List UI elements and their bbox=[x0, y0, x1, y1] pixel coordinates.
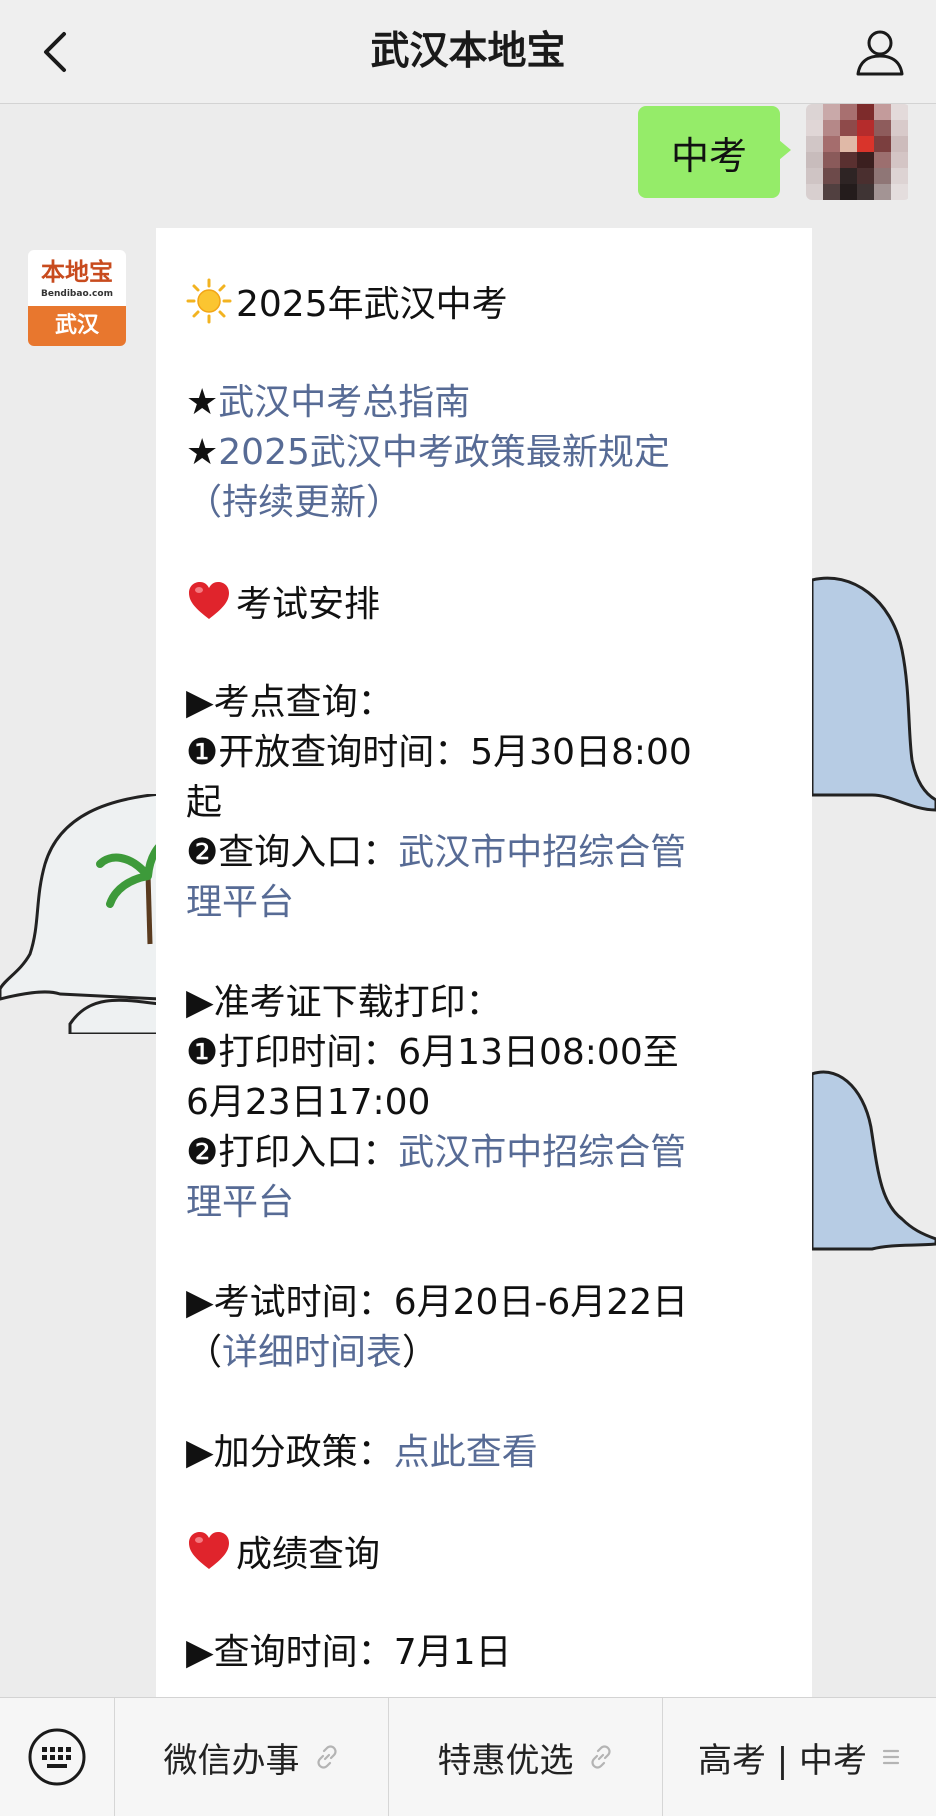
user-avatar[interactable] bbox=[806, 104, 910, 200]
message-title-line: 2025年武汉中考 bbox=[186, 278, 782, 328]
whale-doodle-right-bottom bbox=[812, 1070, 936, 1251]
keyboard-icon bbox=[28, 1728, 86, 1786]
exam-time-line: ▶考试时间：6月20日-6月22日 bbox=[186, 1278, 782, 1328]
kaodian-heading: ▶考点查询： bbox=[186, 682, 394, 723]
kaodian-entry-line: ❷查询入口：武汉市中招综合管 bbox=[186, 828, 782, 878]
menu-lines-icon bbox=[881, 1746, 901, 1768]
guide-link[interactable]: 武汉中考总指南 bbox=[218, 382, 470, 423]
admit-time-value: 6月13日08:00至 bbox=[398, 1032, 679, 1073]
menu-item-gaokao-zhongkao[interactable]: 高考 | 中考 bbox=[662, 1698, 936, 1816]
kaodian-time-label: ❶开放查询时间： bbox=[186, 732, 471, 773]
chat-area[interactable]: 中考 本地宝 Bendibao.com 武汉 2025年武汉中考 ★武汉中考总指… bbox=[0, 104, 936, 1697]
incoming-message-card: 2025年武汉中考 ★武汉中考总指南 ★2025武汉中考政策最新规定 （持续更新… bbox=[156, 228, 812, 1697]
admit-entry-link-continued[interactable]: 理平台 bbox=[186, 1182, 294, 1223]
kaodian-time-value: 5月30日8:00 bbox=[470, 732, 692, 773]
heart-icon bbox=[189, 582, 229, 619]
bonus-policy-label: ▶加分政策： bbox=[186, 1432, 394, 1473]
kaodian-time-line: ❶开放查询时间：5月30日8:00 bbox=[186, 728, 782, 778]
outgoing-message-text: 中考 bbox=[670, 133, 747, 178]
menu-item-special-offers[interactable]: 特惠优选 bbox=[388, 1698, 662, 1816]
menu-item-label: 特惠优选 bbox=[437, 1740, 574, 1781]
back-button[interactable] bbox=[22, 16, 86, 88]
page-title: 武汉本地宝 bbox=[370, 29, 566, 74]
admit-time-line: ❶打印时间：6月13日08:00至 bbox=[186, 1028, 782, 1078]
score-section-title: 成绩查询 bbox=[236, 1534, 381, 1575]
admit-heading: ▶准考证下载打印： bbox=[186, 982, 502, 1023]
kaodian-entry-link[interactable]: 武汉市中招综合管 bbox=[398, 832, 686, 873]
chevron-left-icon bbox=[44, 32, 66, 72]
heart-icon bbox=[189, 1532, 229, 1569]
exam-time-paren-close: ） bbox=[402, 1332, 439, 1373]
message-title: 2025年武汉中考 bbox=[236, 284, 508, 325]
admit-entry-link[interactable]: 武汉市中招综合管 bbox=[398, 1132, 686, 1173]
exam-schedule-link[interactable]: 详细时间表 bbox=[222, 1332, 402, 1373]
outgoing-message-bubble[interactable]: 中考 bbox=[638, 106, 791, 198]
score-time-line: ▶查询时间：7月1日 bbox=[186, 1628, 782, 1678]
policy-link-line: ★2025武汉中考政策最新规定 bbox=[186, 428, 782, 478]
admit-entry-label: ❷打印入口： bbox=[186, 1132, 399, 1173]
sun-icon bbox=[186, 278, 232, 324]
score-time-label: ▶查询时间： bbox=[186, 1632, 394, 1673]
kaodian-time-continued: 起 bbox=[186, 782, 223, 823]
nav-bar: 武汉本地宝 bbox=[0, 0, 936, 104]
exam-time-paren-open: （ bbox=[186, 1332, 223, 1373]
bottom-menu-bar: 微信办事 特惠优选 高考 | 中考 bbox=[0, 1697, 936, 1816]
menu-item-label: 高考 | 中考 bbox=[697, 1740, 868, 1781]
whale-doodle-right-top bbox=[812, 576, 936, 812]
logo-text: 本地宝 bbox=[41, 257, 113, 286]
bonus-policy-line: ▶加分政策：点此查看 bbox=[186, 1428, 782, 1478]
bonus-policy-link[interactable]: 点此查看 bbox=[394, 1432, 538, 1473]
policy-link[interactable]: 2025武汉中考政策最新规定 bbox=[218, 432, 670, 473]
score-section-heading: 成绩查询 bbox=[186, 1528, 782, 1578]
exam-section-heading: 考试安排 bbox=[186, 578, 782, 628]
exam-time-label: ▶考试时间： bbox=[186, 1282, 394, 1323]
star-icon: ★ bbox=[186, 382, 219, 423]
keyboard-toggle-button[interactable] bbox=[0, 1698, 114, 1816]
logo-subtext: Bendibao.com bbox=[41, 289, 113, 299]
menu-item-label: 微信办事 bbox=[163, 1740, 300, 1781]
menu-item-wechat-service[interactable]: 微信办事 bbox=[114, 1698, 388, 1816]
link-icon bbox=[314, 1744, 340, 1770]
guide-link-line: ★武汉中考总指南 bbox=[186, 378, 782, 428]
admit-entry-line-2: 理平台 bbox=[186, 1178, 782, 1228]
admit-time-continued: 6月23日17:00 bbox=[186, 1082, 431, 1123]
admit-entry-line: ❷打印入口：武汉市中招综合管 bbox=[186, 1128, 782, 1178]
logo-city-badge: 武汉 bbox=[28, 306, 126, 346]
whale-doodle-left bbox=[0, 794, 160, 1034]
score-time-value: 7月1日 bbox=[393, 1632, 512, 1673]
profile-button[interactable] bbox=[840, 16, 920, 88]
kaodian-entry-link-continued[interactable]: 理平台 bbox=[186, 882, 294, 923]
admit-time-label: ❶打印时间： bbox=[186, 1032, 399, 1073]
star-icon: ★ bbox=[186, 432, 219, 473]
exam-time-value: 6月20日-6月22日 bbox=[393, 1282, 689, 1323]
exam-time-detail-line: （详细时间表） bbox=[186, 1328, 782, 1378]
exam-section-title: 考试安排 bbox=[236, 584, 381, 625]
person-icon bbox=[856, 30, 904, 76]
policy-link-continued[interactable]: （持续更新） bbox=[186, 482, 402, 523]
official-account-avatar[interactable]: 本地宝 Bendibao.com 武汉 bbox=[28, 250, 126, 346]
policy-link-line-2: （持续更新） bbox=[186, 478, 782, 528]
kaodian-entry-line-2: 理平台 bbox=[186, 878, 782, 928]
link-icon bbox=[588, 1744, 614, 1770]
kaodian-entry-label: ❷查询入口： bbox=[186, 832, 399, 873]
